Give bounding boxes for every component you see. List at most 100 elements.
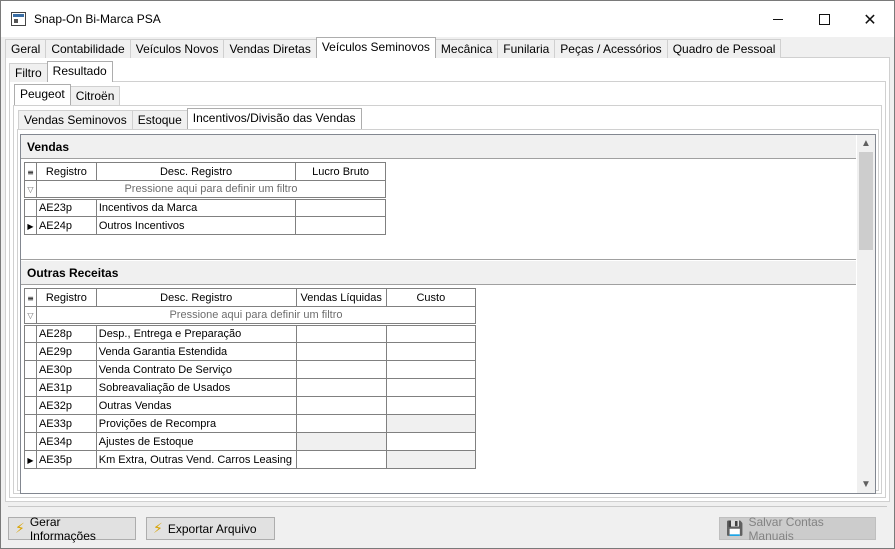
- bottom-divider: [8, 506, 887, 507]
- tab-estoque[interactable]: Estoque: [131, 110, 188, 129]
- outras-section-header: Outras Receitas: [21, 261, 856, 285]
- cell-vendas-liquidas[interactable]: [295, 342, 387, 361]
- tab-peugeot[interactable]: Peugeot: [14, 84, 71, 105]
- cell-vendas-liquidas[interactable]: [295, 360, 387, 379]
- table-row[interactable]: AE29p Venda Garantia Estendida: [24, 342, 477, 361]
- tab-contabilidade[interactable]: Contabilidade: [45, 39, 131, 58]
- scrollbar-thumb[interactable]: [859, 152, 873, 250]
- cell-vendas-liquidas[interactable]: [295, 450, 387, 469]
- cell-vendas-liquidas[interactable]: [295, 378, 387, 397]
- cell-custo[interactable]: [385, 360, 477, 379]
- cell-registro[interactable]: AE34p: [35, 432, 97, 451]
- cell-registro[interactable]: AE31p: [35, 378, 97, 397]
- close-button[interactable]: ✕: [847, 1, 893, 37]
- filter-icon: ▽: [24, 180, 37, 199]
- column-registro[interactable]: Registro: [35, 288, 97, 307]
- exportar-arquivo-button[interactable]: ⚡ Exportar Arquivo: [146, 517, 275, 540]
- column-chooser-icon[interactable]: ≡: [24, 288, 37, 307]
- tab-vendas-seminovos[interactable]: Vendas Seminovos: [18, 110, 133, 129]
- cell-vendas-liquidas[interactable]: [295, 323, 387, 343]
- cell-custo: [385, 414, 477, 433]
- table-row[interactable]: AE31p Sobreavaliação de Usados: [24, 378, 477, 397]
- table-row[interactable]: AE34p Ajustes de Estoque: [24, 432, 477, 451]
- cell-desc[interactable]: Provições de Recompra: [95, 414, 297, 433]
- column-custo[interactable]: Custo: [385, 288, 477, 307]
- column-chooser-icon[interactable]: ≡: [24, 162, 37, 181]
- cell-custo[interactable]: [385, 342, 477, 361]
- column-vendas-liquidas[interactable]: Vendas Líquidas: [295, 288, 387, 307]
- cell-registro[interactable]: AE23p: [35, 197, 97, 217]
- cell-desc[interactable]: Outras Vendas: [95, 396, 297, 415]
- grid-scroll-area[interactable]: Vendas ≡ Registro Desc. Registro Lucro B…: [20, 134, 876, 494]
- column-registro[interactable]: Registro: [35, 162, 97, 181]
- column-lucro-bruto[interactable]: Lucro Bruto: [295, 162, 386, 181]
- tab-incentivos-divisao[interactable]: Incentivos/Divisão das Vendas: [186, 108, 362, 129]
- outras-receitas-grid[interactable]: ≡ Registro Desc. Registro Vendas Líquida…: [24, 288, 477, 469]
- salvar-contas-manuais-button[interactable]: 💾 Salvar Contas Manuais: [719, 514, 876, 543]
- cell-registro[interactable]: AE32p: [35, 396, 97, 415]
- table-row[interactable]: AE28p Desp., Entrega e Preparação: [24, 323, 477, 343]
- table-row[interactable]: AE33p Provições de Recompra: [24, 414, 477, 433]
- filter-prompt[interactable]: Pressione aqui para definir um filtro: [36, 306, 477, 325]
- cell-desc[interactable]: Km Extra, Outras Vend. Carros Leasing: [95, 450, 297, 469]
- gerar-informacoes-label: Gerar Informações: [29, 514, 96, 543]
- cell-desc[interactable]: Desp., Entrega e Preparação: [95, 323, 297, 343]
- outras-filter-row[interactable]: ▽ Pressione aqui para definir um filtro: [24, 306, 477, 325]
- maximize-button[interactable]: [801, 1, 847, 37]
- cell-vendas-liquidas[interactable]: [295, 414, 387, 433]
- lightning-icon: ⚡: [153, 520, 163, 537]
- window-title: Snap-On Bi-Marca PSA: [34, 12, 161, 26]
- cell-desc[interactable]: Venda Garantia Estendida: [95, 342, 297, 361]
- cell-registro[interactable]: AE28p: [35, 323, 97, 343]
- tab-mecanica[interactable]: Mecânica: [434, 39, 499, 58]
- vendas-header-row: ≡ Registro Desc. Registro Lucro Bruto: [24, 162, 386, 181]
- cell-registro[interactable]: AE29p: [35, 342, 97, 361]
- tab-quadro-de-pessoal[interactable]: Quadro de Pessoal: [666, 39, 782, 58]
- table-row[interactable]: AE23p Incentivos da Marca: [24, 197, 386, 217]
- cell-desc[interactable]: Outros Incentivos: [95, 216, 297, 235]
- app-window: Snap-On Bi-Marca PSA ✕ Geral Contabilida…: [0, 0, 895, 549]
- tab-geral[interactable]: Geral: [5, 39, 47, 58]
- cell-registro[interactable]: AE24p: [35, 216, 97, 235]
- cell-custo[interactable]: [385, 378, 477, 397]
- cell-custo[interactable]: [385, 432, 477, 451]
- column-desc-registro[interactable]: Desc. Registro: [95, 288, 297, 307]
- scroll-up-icon[interactable]: ▲: [857, 135, 875, 152]
- cell-custo[interactable]: [385, 396, 477, 415]
- cell-vendas-liquidas[interactable]: [295, 396, 387, 415]
- minimize-button[interactable]: [755, 1, 801, 37]
- tab-filtro[interactable]: Filtro: [9, 63, 48, 82]
- tab-veiculos-seminovos[interactable]: Veículos Seminovos: [315, 37, 436, 58]
- vendas-filter-row[interactable]: ▽ Pressione aqui para definir um filtro: [24, 180, 387, 199]
- table-row[interactable]: AE30p Venda Contrato De Serviço: [24, 360, 477, 379]
- vertical-scrollbar[interactable]: ▲ ▼: [857, 135, 875, 493]
- table-row[interactable]: AE32p Outras Vendas: [24, 396, 477, 415]
- table-row[interactable]: ▶ AE35p Km Extra, Outras Vend. Carros Le…: [24, 450, 477, 469]
- cell-registro[interactable]: AE33p: [35, 414, 97, 433]
- cell-custo[interactable]: [385, 323, 477, 343]
- tab-pecas-acessorios[interactable]: Peças / Acessórios: [554, 39, 668, 58]
- cell-lucro-bruto[interactable]: [295, 197, 386, 217]
- vendas-grid[interactable]: ≡ Registro Desc. Registro Lucro Bruto ▽ …: [24, 162, 387, 235]
- tab-vendas-diretas[interactable]: Vendas Diretas: [223, 39, 317, 58]
- save-icon: 💾: [726, 520, 744, 537]
- tab-citroen[interactable]: Citroën: [69, 86, 121, 105]
- cell-registro[interactable]: AE30p: [35, 360, 97, 379]
- salvar-contas-manuais-label: Salvar Contas Manuais: [748, 514, 824, 543]
- app-icon: [11, 12, 26, 26]
- vendas-section-header: Vendas: [21, 135, 856, 159]
- tab-veiculos-novos[interactable]: Veículos Novos: [129, 39, 225, 58]
- cell-desc[interactable]: Venda Contrato De Serviço: [95, 360, 297, 379]
- column-desc-registro[interactable]: Desc. Registro: [95, 162, 297, 181]
- tab-funilaria[interactable]: Funilaria: [497, 39, 556, 58]
- cell-desc[interactable]: Ajustes de Estoque: [95, 432, 297, 451]
- filter-prompt[interactable]: Pressione aqui para definir um filtro: [36, 180, 387, 199]
- gerar-informacoes-button[interactable]: ⚡ Gerar Informações: [8, 514, 136, 543]
- cell-desc[interactable]: Incentivos da Marca: [95, 197, 297, 217]
- scroll-down-icon[interactable]: ▼: [857, 476, 875, 493]
- table-row[interactable]: ▶ AE24p Outros Incentivos: [24, 216, 386, 235]
- cell-lucro-bruto[interactable]: [295, 216, 386, 235]
- tab-resultado[interactable]: Resultado: [46, 61, 113, 82]
- cell-desc[interactable]: Sobreavaliação de Usados: [95, 378, 297, 397]
- cell-registro[interactable]: AE35p: [35, 450, 97, 469]
